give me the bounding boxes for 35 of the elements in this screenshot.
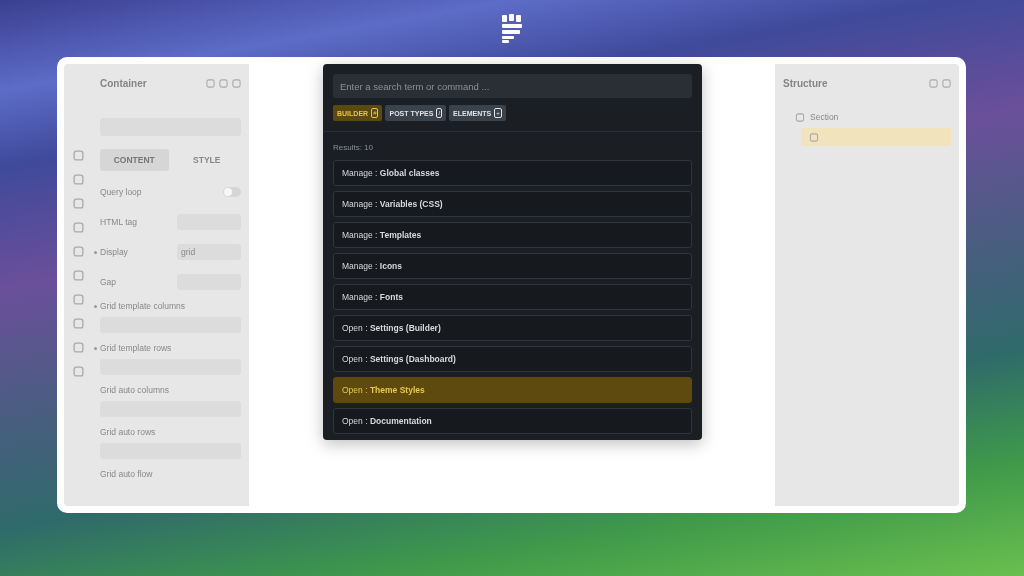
tree-item[interactable] [801,128,951,146]
panel-icon[interactable] [72,198,84,209]
results-count: Results: 10 [333,143,375,152]
result-item[interactable]: Open : Settings (Dashboard) [333,346,692,372]
panel-icon[interactable] [72,366,84,377]
panel-icon[interactable] [72,270,84,281]
control-label: Grid template columns [100,301,186,311]
control-label: Query loop [100,187,142,197]
toggle-switch[interactable] [223,187,241,197]
panel-icon[interactable] [72,342,84,353]
result-item[interactable]: Manage : Icons [333,253,692,279]
result-item[interactable]: Manage : Global classes [333,160,692,186]
result-item[interactable]: Manage : Variables (CSS) [333,191,692,217]
result-item[interactable]: Open : Documentation [333,408,692,434]
control-label: Grid auto rows [100,427,156,437]
panel-title: Container [100,77,147,89]
panel-title: Structure [783,77,828,89]
panel-icon[interactable] [72,174,84,185]
panel-icon[interactable] [72,294,84,305]
control-label: Grid auto columns [100,385,169,395]
result-item[interactable]: Manage : Fonts [333,284,692,310]
result-item[interactable]: Open : Settings (Builder) [333,315,692,341]
panel-icon[interactable] [72,246,84,257]
control-label: Display [100,247,128,257]
control-label: HTML tag [100,217,137,227]
control-label: Grid auto flow [100,469,153,479]
control-label: Grid template rows [100,343,172,353]
logo-icon [501,13,523,44]
control-label: Gap [100,277,117,287]
result-item[interactable]: Open : Theme Styles [333,377,692,403]
panel-icon[interactable] [72,222,84,233]
search-field[interactable]: Enter a search term or command ... [333,74,692,98]
panel-icon[interactable] [72,318,84,329]
panel-icon[interactable] [72,150,84,161]
result-item[interactable]: Manage : Templates [333,222,692,248]
